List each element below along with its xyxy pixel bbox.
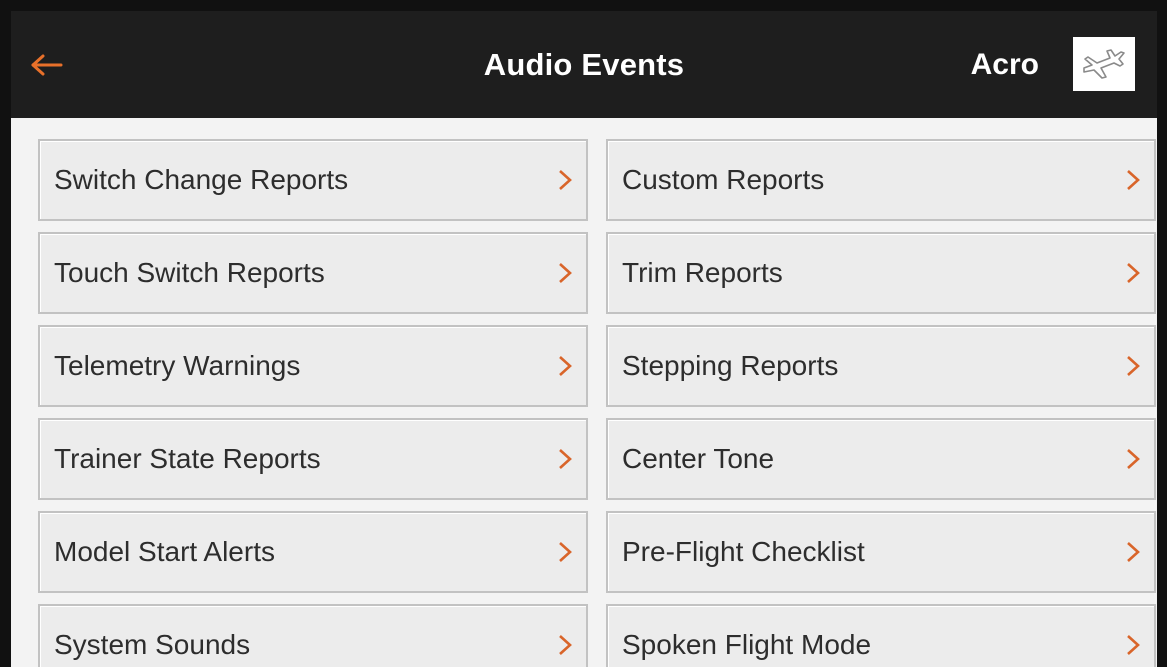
menu-item-telemetry-warnings[interactable]: Telemetry Warnings (38, 325, 588, 407)
menu-item-touch-switch-reports[interactable]: Touch Switch Reports (38, 232, 588, 314)
menu-item-label: Trainer State Reports (54, 443, 321, 474)
menu-item-label: Center Tone (622, 443, 775, 474)
chevron-right-icon (1127, 635, 1140, 655)
menu-item-label: Spoken Flight Mode (622, 629, 872, 660)
chevron-right-icon (1127, 449, 1140, 469)
chevron-right-icon (559, 170, 572, 190)
chevron-right-icon (559, 356, 572, 376)
airplane-icon (1083, 49, 1125, 79)
chevron-right-icon (559, 263, 572, 283)
menu-item-pre-flight-checklist[interactable]: Pre-Flight Checklist (606, 511, 1156, 593)
chevron-right-icon (1127, 170, 1140, 190)
menu-item-center-tone[interactable]: Center Tone (606, 418, 1156, 500)
chevron-right-icon (559, 542, 572, 562)
chevron-right-icon (1127, 542, 1140, 562)
model-name: Acro (970, 48, 1039, 81)
model-type-button[interactable] (1073, 37, 1135, 91)
menu-item-label: Touch Switch Reports (54, 257, 325, 288)
menu-item-label: Switch Change Reports (54, 164, 349, 195)
menu-item-label: Pre-Flight Checklist (622, 536, 865, 567)
menu-item-switch-change-reports[interactable]: Switch Change Reports (38, 139, 588, 221)
menu-item-label: Trim Reports (622, 257, 783, 288)
menu-item-model-start-alerts[interactable]: Model Start Alerts (38, 511, 588, 593)
chevron-right-icon (1127, 263, 1140, 283)
app-screen: Audio Events Acro Switch Change Reports … (11, 11, 1157, 667)
menu-item-label: Telemetry Warnings (54, 350, 301, 381)
menu-item-system-sounds[interactable]: System Sounds (38, 604, 588, 667)
menu-item-label: Stepping Reports (622, 350, 839, 381)
menu-item-label: Custom Reports (622, 164, 825, 195)
chevron-right-icon (559, 449, 572, 469)
menu-item-stepping-reports[interactable]: Stepping Reports (606, 325, 1156, 407)
menu-item-trim-reports[interactable]: Trim Reports (606, 232, 1156, 314)
header-bar: Audio Events Acro (11, 11, 1157, 118)
chevron-right-icon (559, 635, 572, 655)
menu-item-label: Model Start Alerts (54, 536, 275, 567)
menu-item-spoken-flight-mode[interactable]: Spoken Flight Mode (606, 604, 1156, 667)
menu-item-custom-reports[interactable]: Custom Reports (606, 139, 1156, 221)
menu-item-label: System Sounds (54, 629, 251, 660)
menu-item-trainer-state-reports[interactable]: Trainer State Reports (38, 418, 588, 500)
chevron-right-icon (1127, 356, 1140, 376)
